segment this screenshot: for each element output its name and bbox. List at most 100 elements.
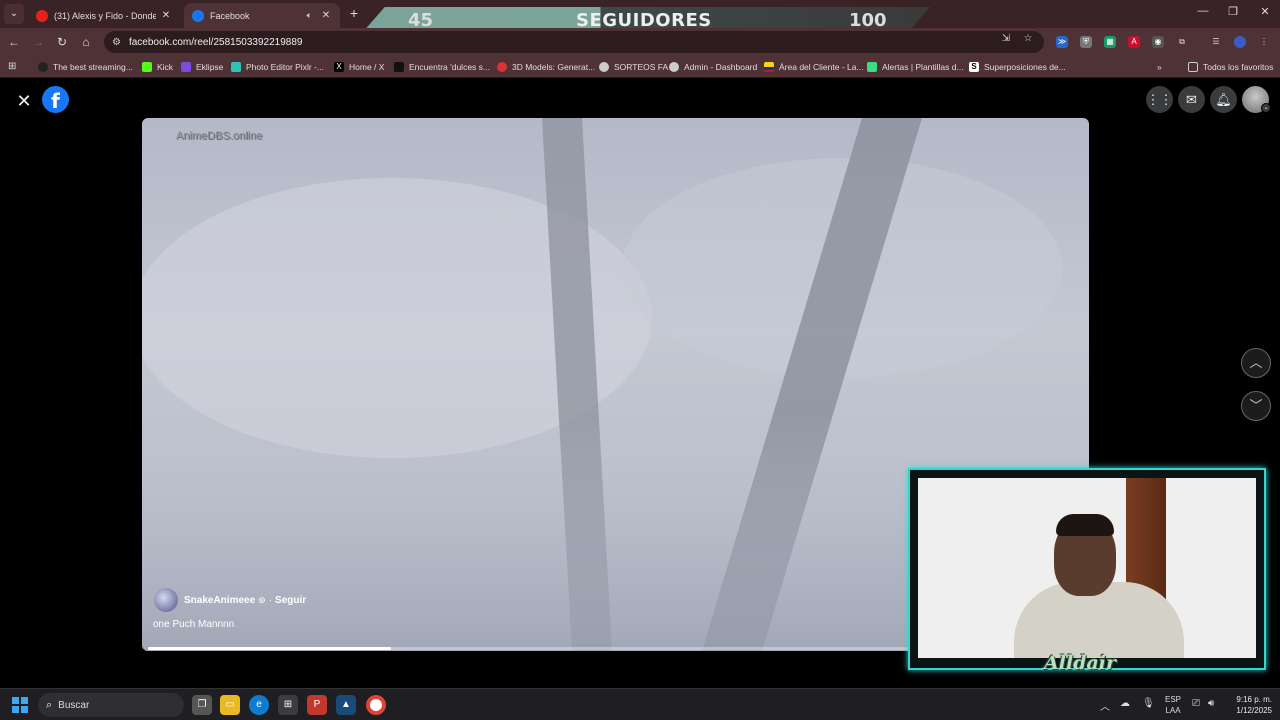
- separator: ·: [268, 594, 273, 606]
- microphone-icon[interactable]: 🎙︎: [1142, 698, 1155, 709]
- screen: ⌄ (31) Alexis y Fido - Donde Está ✕ Face…: [0, 0, 1280, 720]
- folder-icon: [1188, 62, 1198, 72]
- taskbar-search[interactable]: ⌕: [38, 693, 184, 717]
- back-button[interactable]: ←: [6, 34, 22, 50]
- restore-button[interactable]: ❐: [1218, 5, 1248, 18]
- youtube-icon: [36, 9, 48, 22]
- cloud-icon[interactable]: ☁: [1120, 698, 1130, 709]
- home-icon[interactable]: ⌂: [78, 34, 94, 50]
- bookmark-item[interactable]: The best streaming...: [38, 60, 133, 74]
- bookmark-item[interactable]: Admin - Dashboard: [669, 60, 757, 74]
- new-tab-button[interactable]: +: [346, 5, 362, 21]
- globe-icon: [599, 62, 609, 72]
- shield-icon[interactable]: ⛨: [1080, 36, 1092, 48]
- facebook-icon: [192, 9, 204, 22]
- chevron-down-icon[interactable]: ⌄: [1261, 103, 1271, 113]
- streamer-brand-logo: Alldair: [1044, 652, 1117, 674]
- network-icon[interactable]: ⎚: [1192, 698, 1200, 709]
- tab-title: (31) Alexis y Fido - Donde Está: [54, 10, 156, 21]
- bookmark-item[interactable]: Kick: [142, 60, 173, 74]
- volume-icon[interactable]: 🔊︎: [1208, 698, 1214, 709]
- pixlr-icon: [231, 62, 241, 72]
- tab-search-button[interactable]: ⌄: [4, 4, 24, 24]
- bookmark-star-icon[interactable]: ☆: [1020, 31, 1036, 47]
- author-name[interactable]: SnakeAnimeee: [184, 595, 255, 606]
- streamer-hair: [1056, 514, 1114, 536]
- bookmark-item[interactable]: Photo Editor Pixlr -...: [231, 60, 324, 74]
- author-avatar[interactable]: [154, 588, 178, 612]
- reel-caption: one Puch Mannnn: [153, 619, 235, 630]
- follow-button[interactable]: Seguir: [275, 595, 306, 606]
- menu-grid-icon[interactable]: ⋮⋮: [1146, 86, 1173, 113]
- bookmarks-bar: ⊞ The best streaming... Kick Eklipse Pho…: [0, 56, 1280, 78]
- browser-toolbar: ← → ↻ ⌂ ⚙ ⇲ ☆ ≫ ⛨ ▦ A ◉ ⧉ ☰ ⋮: [0, 28, 1280, 56]
- minimize-button[interactable]: —: [1188, 5, 1218, 17]
- previous-reel-button[interactable]: ︿: [1241, 348, 1271, 378]
- site-info-icon[interactable]: ⚙: [112, 37, 121, 48]
- extension-icon[interactable]: ≫: [1056, 36, 1068, 48]
- x-icon: X: [334, 62, 344, 72]
- chrome-icon[interactable]: [366, 695, 386, 715]
- 3d-models-icon: [497, 62, 507, 72]
- address-bar[interactable]: ⚙: [104, 31, 1044, 53]
- task-view-icon[interactable]: ❐: [192, 695, 212, 715]
- tab-close-icon[interactable]: ✕: [320, 10, 332, 21]
- profile-icon[interactable]: [1234, 36, 1246, 48]
- streaming-icon: [38, 62, 48, 72]
- all-bookmarks-folder[interactable]: Todos los favoritos: [1188, 60, 1273, 74]
- extension-icon[interactable]: ◉: [1152, 36, 1164, 48]
- facebook-logo[interactable]: f: [42, 86, 69, 113]
- tab-youtube[interactable]: (31) Alexis y Fido - Donde Está ✕: [28, 3, 180, 28]
- webcam-overlay: Alldair: [906, 466, 1268, 674]
- adblock-icon[interactable]: A: [1128, 36, 1140, 48]
- app-icon[interactable]: ▲: [336, 695, 356, 715]
- bookmark-item[interactable]: S Superposiciones de...: [969, 60, 1066, 74]
- speaker-icon[interactable]: 🔈︎: [307, 10, 312, 21]
- reel-author: SnakeAnimeee ⊛ · Seguir: [154, 588, 306, 612]
- messenger-icon[interactable]: ✉: [1178, 86, 1205, 113]
- eklipse-icon: [181, 62, 191, 72]
- edge-icon[interactable]: e: [249, 695, 269, 715]
- bookmark-item[interactable]: X Home / X: [334, 60, 384, 74]
- bookmark-item[interactable]: Eklipse: [181, 60, 223, 74]
- bookmark-item[interactable]: SORTEOS FA: [599, 60, 668, 74]
- alerts-icon: [867, 62, 877, 72]
- apps-grid-icon[interactable]: ⊞: [8, 60, 23, 74]
- kick-icon: [142, 62, 152, 72]
- language-indicator[interactable]: ESP LAA: [1162, 694, 1184, 716]
- tab-facebook[interactable]: Facebook 🔈︎ ✕: [184, 3, 340, 28]
- forward-button[interactable]: →: [30, 34, 46, 50]
- tiktok-icon: [394, 62, 404, 72]
- globe-icon: [669, 62, 679, 72]
- next-reel-button[interactable]: ﹀: [1241, 391, 1271, 421]
- media-control-icon[interactable]: ☰: [1210, 36, 1222, 48]
- chevron-up-icon[interactable]: ︿: [1100, 698, 1110, 713]
- bookmarks-overflow-icon[interactable]: »: [1157, 60, 1162, 74]
- bookmark-item[interactable]: 3D Models: Generat...: [497, 60, 595, 74]
- extensions-puzzle-icon[interactable]: ⧉: [1176, 36, 1188, 48]
- notifications-bell-icon[interactable]: 🔔︎: [1210, 86, 1237, 113]
- windows-start-icon[interactable]: [12, 697, 28, 713]
- install-app-icon[interactable]: ⇲: [998, 31, 1014, 47]
- app-p-icon[interactable]: P: [307, 695, 327, 715]
- store-icon[interactable]: ⊞: [278, 695, 298, 715]
- extension-icon[interactable]: ▦: [1104, 36, 1116, 48]
- close-window-button[interactable]: ✕: [1250, 5, 1280, 18]
- reload-button[interactable]: ↻: [54, 34, 70, 50]
- search-input[interactable]: [58, 699, 129, 711]
- bookmark-item[interactable]: Área del Cliente - La...: [764, 60, 864, 74]
- bookmark-item[interactable]: Alertas | Plantillas d...: [867, 60, 964, 74]
- search-icon: ⌕: [46, 698, 53, 711]
- s-icon: S: [969, 62, 979, 72]
- video-progress-fill: [148, 647, 392, 650]
- url-field[interactable]: [128, 36, 929, 48]
- clock[interactable]: 9:16 p. m. 1/12/2025: [1224, 694, 1272, 716]
- tab-close-icon[interactable]: ✕: [160, 10, 172, 21]
- tab-title: Facebook: [210, 10, 250, 21]
- flag-icon: [764, 62, 774, 72]
- bookmark-item[interactable]: Encuentra 'dulces s...: [394, 60, 490, 74]
- menu-kebab-icon[interactable]: ⋮: [1258, 36, 1270, 48]
- verified-icon: ⊛: [258, 594, 266, 605]
- close-icon[interactable]: ✕: [14, 91, 34, 111]
- file-explorer-icon[interactable]: ▭: [220, 695, 240, 715]
